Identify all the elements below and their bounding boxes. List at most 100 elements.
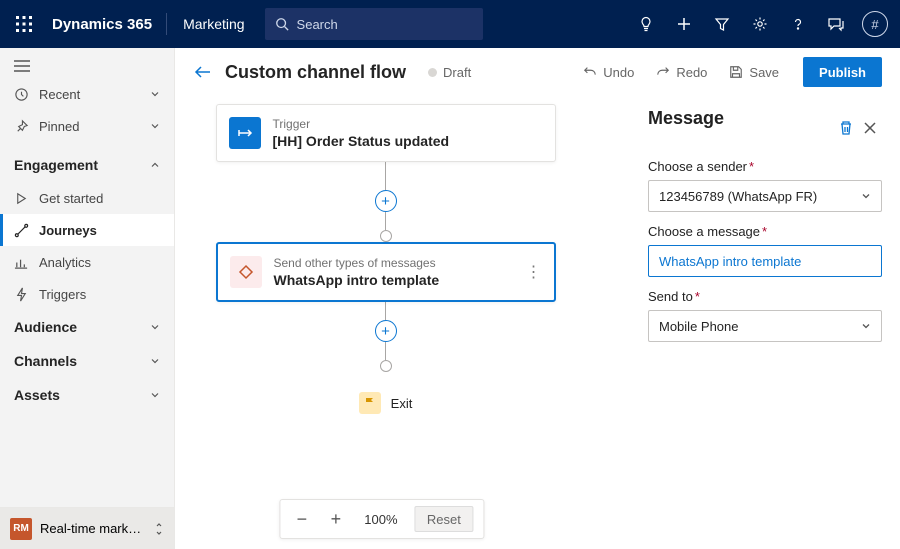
chat-icon[interactable] [818, 6, 854, 42]
sidebar-section-channels[interactable]: Channels [0, 344, 174, 378]
node-kind-label: Trigger [273, 117, 450, 131]
sidebar-section-label: Channels [14, 353, 77, 369]
panel-title: Message [648, 108, 724, 129]
chevron-down-icon [150, 121, 160, 131]
chevron-down-icon [150, 356, 160, 366]
save-button[interactable]: Save [725, 63, 783, 82]
close-panel-button[interactable] [858, 116, 882, 140]
sidebar-item-triggers[interactable]: Triggers [0, 278, 174, 310]
global-search[interactable] [265, 8, 483, 40]
header-divider [166, 13, 167, 35]
node-socket [380, 230, 392, 242]
lightbulb-icon[interactable] [628, 6, 664, 42]
node-exit[interactable]: Exit [359, 392, 413, 414]
sendto-value: Mobile Phone [659, 319, 739, 334]
connector-line [385, 162, 386, 190]
back-button[interactable] [193, 65, 211, 79]
sidebar-item-label: Recent [39, 87, 80, 102]
message-value: WhatsApp intro template [659, 254, 801, 269]
node-more-menu[interactable]: ⋮ [526, 262, 542, 282]
chart-icon [14, 255, 29, 270]
sendto-dropdown[interactable]: Mobile Phone [648, 310, 882, 342]
chevron-up-icon [150, 160, 160, 170]
add-step-button[interactable]: + [375, 320, 397, 342]
help-icon[interactable] [780, 6, 816, 42]
area-name: Real-time marketi... [40, 521, 146, 536]
sidebar-collapse-toggle[interactable] [0, 54, 174, 78]
zoom-in-button[interactable]: + [324, 509, 348, 530]
undo-button[interactable]: Undo [579, 63, 638, 82]
sender-value: 123456789 (WhatsApp FR) [659, 189, 817, 204]
sidebar-section-assets[interactable]: Assets [0, 378, 174, 412]
exit-label: Exit [391, 396, 413, 411]
sidebar-section-label: Engagement [14, 157, 98, 173]
chevron-down-icon [150, 89, 160, 99]
node-title: WhatsApp intro template [274, 272, 440, 288]
zoom-level: 100% [358, 512, 404, 527]
area-switcher[interactable]: RM Real-time marketi... [0, 507, 174, 549]
redo-button[interactable]: Redo [652, 63, 711, 82]
trash-icon [838, 120, 854, 136]
sidebar-section-label: Audience [14, 319, 77, 335]
chevron-down-icon [861, 321, 871, 331]
sidebar-item-recent[interactable]: Recent [0, 78, 174, 110]
chevron-down-icon [150, 390, 160, 400]
sidebar-section-engagement[interactable]: Engagement [0, 148, 174, 182]
message-dropdown[interactable]: WhatsApp intro template [648, 245, 882, 277]
content-area: Custom channel flow Draft Undo Redo Save… [175, 48, 900, 549]
node-socket [380, 360, 392, 372]
gear-icon[interactable] [742, 6, 778, 42]
brand-name[interactable]: Dynamics 365 [42, 16, 162, 33]
properties-panel: Message Choose a sender* 123456789 (What… [630, 96, 900, 549]
sidebar-item-label: Pinned [39, 119, 79, 134]
add-step-button[interactable]: + [375, 190, 397, 212]
undo-label: Undo [603, 65, 634, 80]
sidebar-item-journeys[interactable]: Journeys [0, 214, 174, 246]
filter-icon[interactable] [704, 6, 740, 42]
node-title: [HH] Order Status updated [273, 133, 450, 149]
field-label-message: Choose a message* [648, 224, 882, 239]
global-search-input[interactable] [297, 17, 473, 32]
journey-canvas[interactable]: Trigger [HH] Order Status updated + Send… [175, 96, 630, 549]
zoom-out-button[interactable]: − [290, 509, 314, 530]
publish-button[interactable]: Publish [803, 57, 882, 87]
connector-line [385, 342, 386, 360]
node-message[interactable]: Send other types of messages WhatsApp in… [216, 242, 556, 302]
zoom-toolbar: − + 100% Reset [279, 499, 485, 539]
node-trigger[interactable]: Trigger [HH] Order Status updated [216, 104, 556, 162]
sender-dropdown[interactable]: 123456789 (WhatsApp FR) [648, 180, 882, 212]
sidebar-item-analytics[interactable]: Analytics [0, 246, 174, 278]
page-toolbar: Custom channel flow Draft Undo Redo Save… [175, 48, 900, 96]
sidebar-item-get-started[interactable]: Get started [0, 182, 174, 214]
save-icon [729, 65, 743, 79]
trigger-icon [229, 117, 261, 149]
sidebar-item-pinned[interactable]: Pinned [0, 110, 174, 142]
left-sidebar: Recent Pinned Engagement Get started Jou… [0, 48, 175, 549]
header-actions: # [628, 6, 894, 42]
delete-button[interactable] [834, 116, 858, 140]
plus-icon[interactable] [666, 6, 702, 42]
zoom-reset-button[interactable]: Reset [414, 506, 474, 532]
page-title: Custom channel flow [225, 62, 406, 83]
redo-icon [656, 65, 670, 79]
connector-line [385, 212, 386, 230]
clock-icon [14, 87, 29, 102]
close-icon [863, 121, 877, 135]
play-icon [14, 191, 29, 206]
user-avatar[interactable]: # [862, 11, 888, 37]
status-label: Draft [443, 65, 471, 80]
sidebar-section-audience[interactable]: Audience [0, 310, 174, 344]
connector-line [385, 302, 386, 320]
module-name[interactable]: Marketing [171, 16, 256, 32]
sidebar-item-label: Triggers [39, 287, 86, 302]
save-label: Save [749, 65, 779, 80]
global-header: Dynamics 365 Marketing # [0, 0, 900, 48]
app-launcher-icon[interactable] [6, 6, 42, 42]
chevron-down-icon [861, 191, 871, 201]
field-label-sendto: Send to* [648, 289, 882, 304]
flag-icon [359, 392, 381, 414]
sidebar-item-label: Get started [39, 191, 103, 206]
sidebar-item-label: Journeys [39, 223, 97, 238]
sidebar-section-label: Assets [14, 387, 60, 403]
field-label-sender: Choose a sender* [648, 159, 882, 174]
